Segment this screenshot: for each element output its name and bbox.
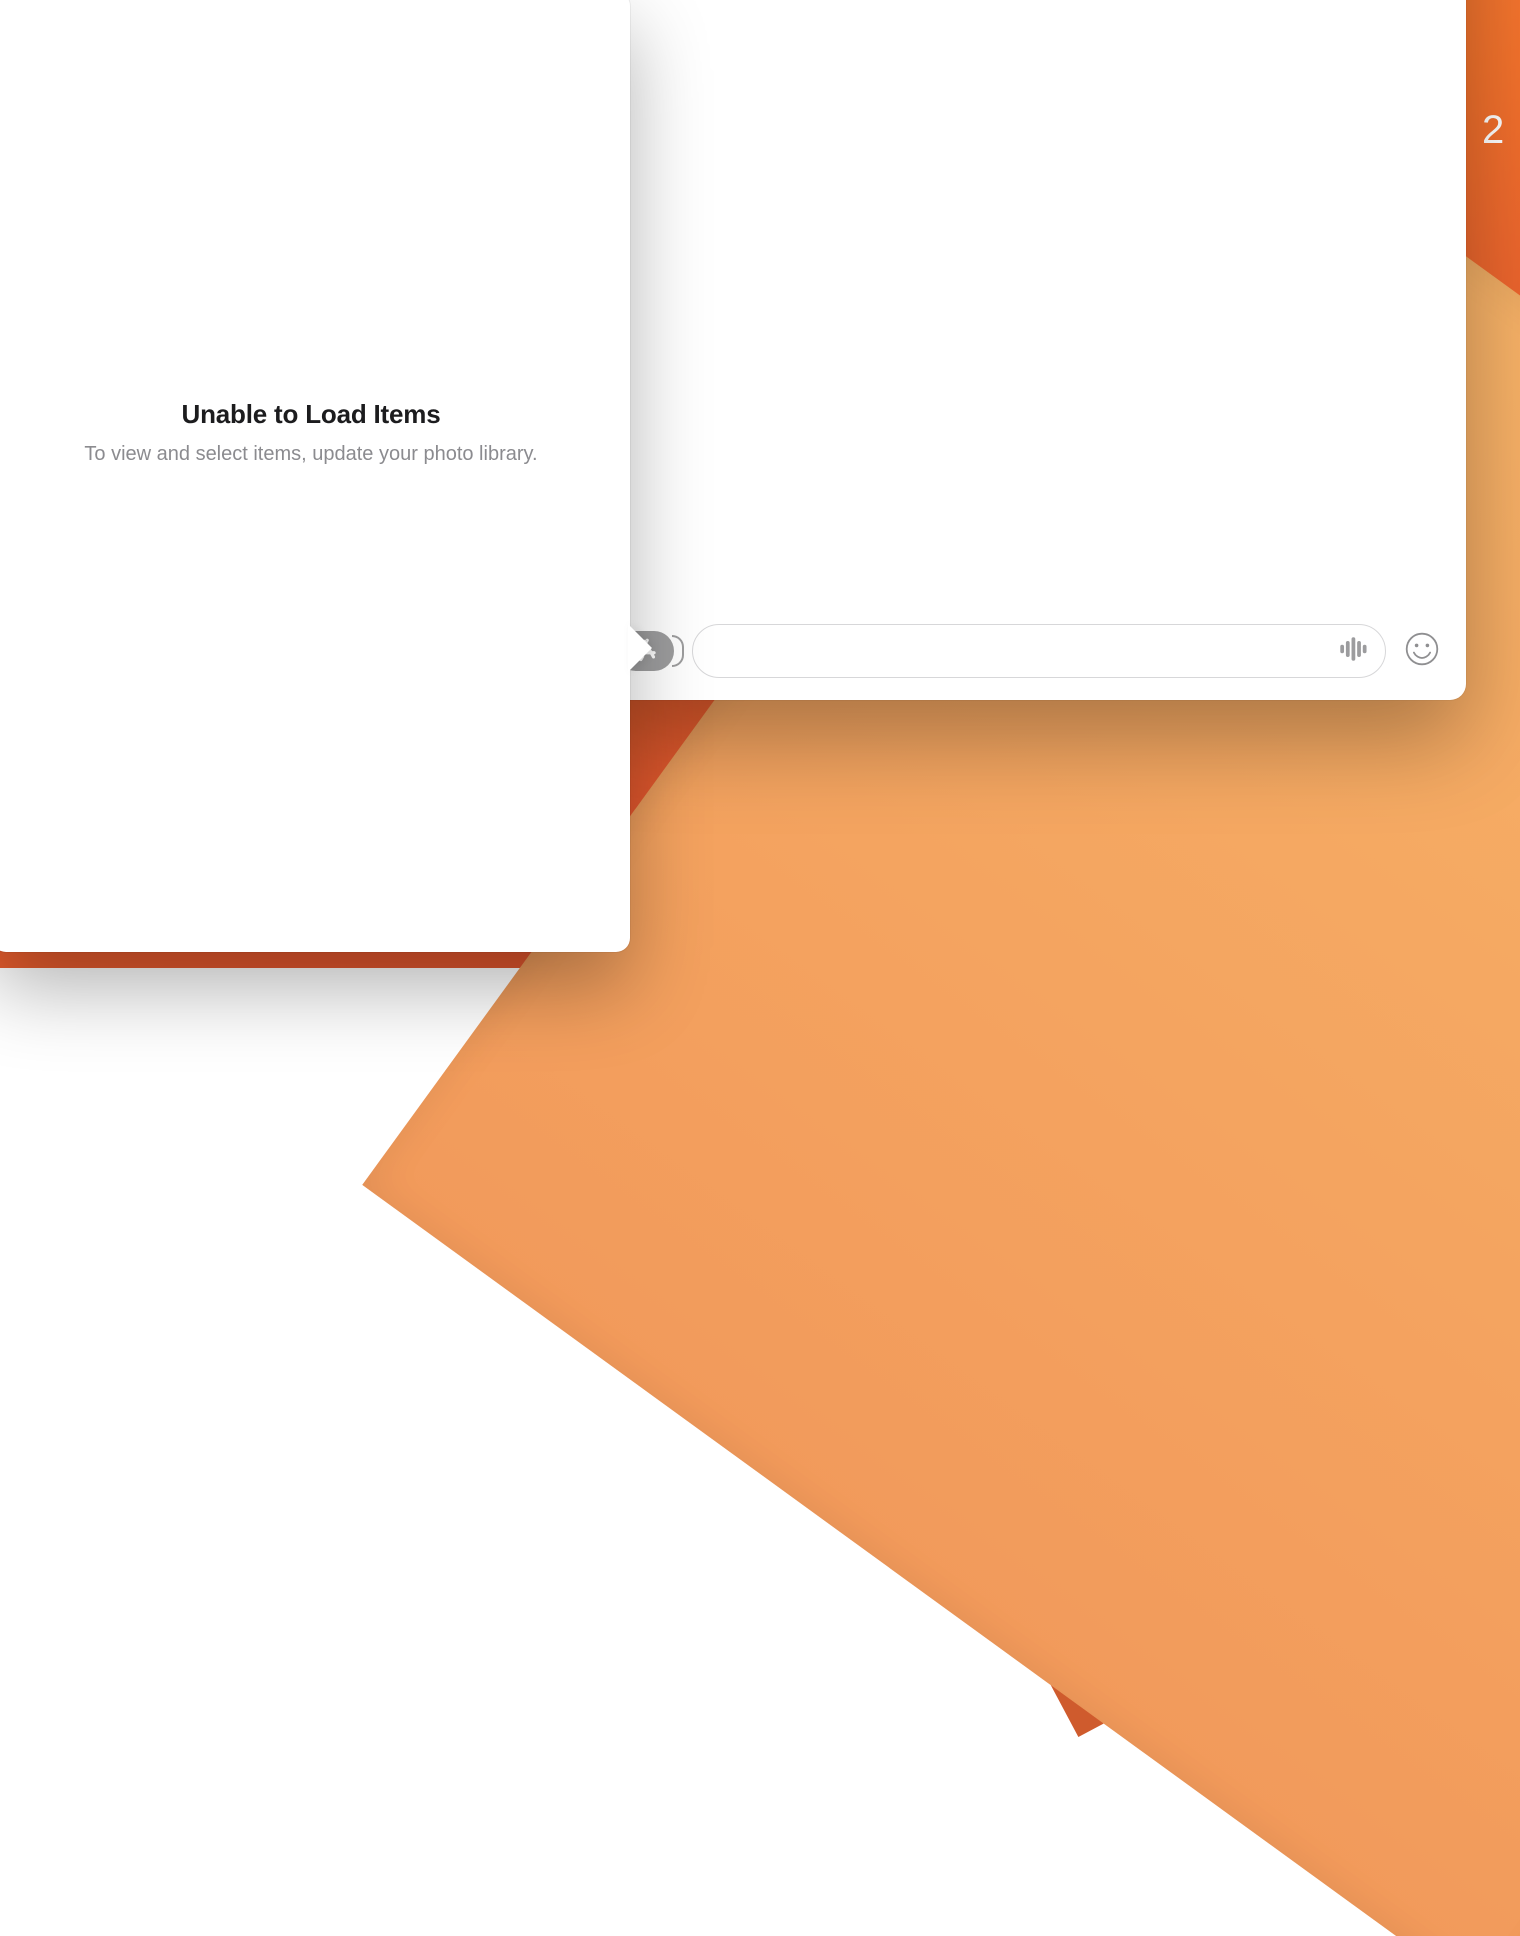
message-input[interactable] bbox=[711, 640, 1337, 663]
compose-row bbox=[596, 624, 1466, 678]
messages-window bbox=[596, 0, 1466, 700]
photo-picker-popover: Unable to Load Items To view and select … bbox=[0, 0, 630, 952]
emoji-picker-button[interactable] bbox=[1404, 631, 1440, 672]
smiley-icon bbox=[1404, 631, 1440, 672]
empty-state-title: Unable to Load Items bbox=[62, 399, 560, 430]
message-input-container[interactable] bbox=[692, 624, 1386, 678]
empty-state: Unable to Load Items To view and select … bbox=[0, 399, 630, 469]
voice-message-icon[interactable] bbox=[1337, 634, 1367, 669]
empty-state-subtitle: To view and select items, update your ph… bbox=[62, 440, 560, 469]
calendar-widget-peek: 2 bbox=[1482, 108, 1520, 164]
